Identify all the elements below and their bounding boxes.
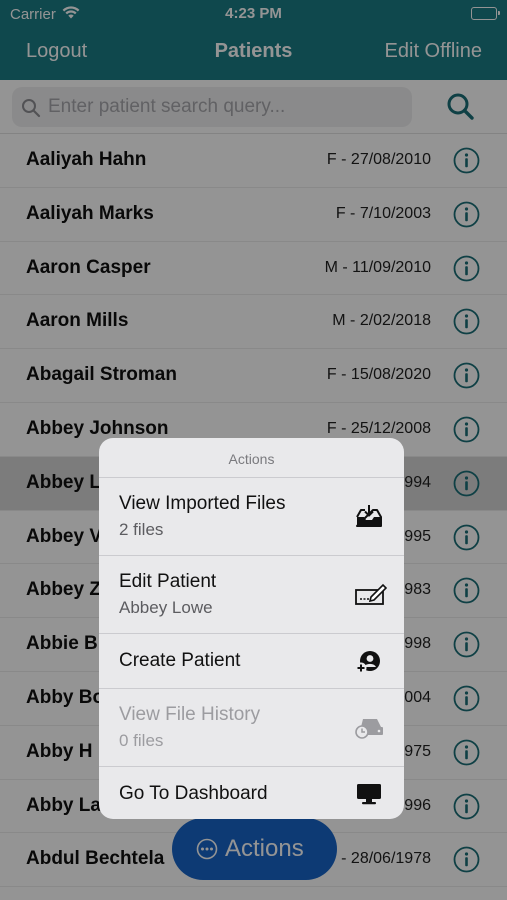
menu-item-title: Edit Patient [119,571,217,592]
menu-item-title: View File History [119,704,261,725]
menu-item-go-to-dashboard[interactable]: Go To Dashboard [99,767,404,819]
file-history-icon [355,715,385,744]
add-user-icon [355,649,381,680]
menu-item-title: Go To Dashboard [119,783,268,804]
menu-item-subtitle: 0 files [119,731,164,750]
signature-icon [355,582,388,611]
inbox-download-icon [355,504,383,533]
menu-item-edit-patient[interactable]: Edit Patient Abbey Lowe [99,556,404,634]
menu-item-view-file-history: View File History 0 files [99,689,404,767]
menu-item-create-patient[interactable]: Create Patient [99,634,404,689]
menu-item-subtitle: 2 files [119,520,164,539]
menu-item-title: View Imported Files [119,493,286,514]
monitor-icon [355,782,383,811]
menu-item-title: Create Patient [119,650,241,671]
menu-item-subtitle: Abbey Lowe [119,598,213,617]
menu-title: Actions [99,438,404,478]
menu-item-view-imported-files[interactable]: View Imported Files 2 files [99,478,404,556]
actions-menu: Actions View Imported Files 2 files Edit… [99,438,404,819]
